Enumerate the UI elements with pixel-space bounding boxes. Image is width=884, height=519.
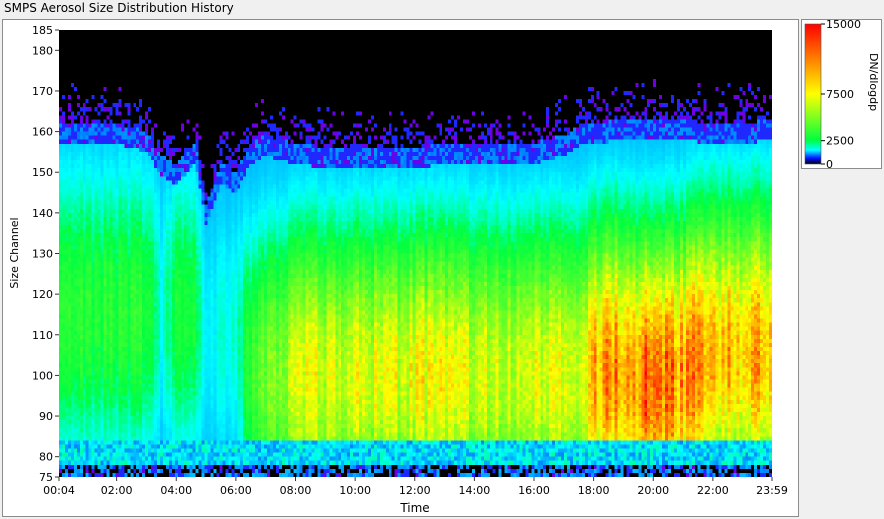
x-tick-label: 06:00 bbox=[220, 484, 252, 497]
y-tick-label: 185 bbox=[32, 24, 53, 37]
heatmap-image bbox=[59, 30, 772, 477]
color-scale-ticks: 15000 7500 2500 0 bbox=[821, 18, 861, 171]
x-tick-label: 10:00 bbox=[339, 484, 371, 497]
x-tick-label: 23:59 bbox=[756, 484, 788, 497]
y-axis: 75 80 90 100 110 120 130 140 150 160 170 180 185 bbox=[32, 24, 59, 484]
y-tick-label: 100 bbox=[32, 369, 53, 382]
y-tick-label: 140 bbox=[32, 207, 53, 220]
color-scale-bar bbox=[804, 23, 822, 165]
window-title: SMPS Aerosol Size Distribution History bbox=[4, 1, 234, 15]
y-tick-label: 170 bbox=[32, 85, 53, 98]
color-scale-tick-label: 15000 bbox=[826, 20, 861, 31]
color-scale-tick-label: 2500 bbox=[826, 135, 854, 148]
x-tick-label: 12:00 bbox=[399, 484, 431, 497]
color-scale-tick-label: 7500 bbox=[826, 88, 854, 101]
y-tick-label: 110 bbox=[32, 329, 53, 342]
plot-frame: 75 80 90 100 110 120 130 140 150 160 170 180 185 00:… bbox=[2, 19, 799, 517]
x-axis: 00:04 02:00 04:00 06:00 08:00 10:00 12:00 14:00… bbox=[43, 477, 788, 497]
y-tick-label: 90 bbox=[39, 410, 53, 423]
x-tick-label: 04:00 bbox=[160, 484, 192, 497]
x-tick-label: 16:00 bbox=[518, 484, 550, 497]
y-tick-label: 75 bbox=[39, 471, 53, 484]
color-scale: 15000 7500 2500 0 DN/dlogdp bbox=[804, 18, 880, 171]
x-tick-label: 02:00 bbox=[101, 484, 133, 497]
y-tick-label: 80 bbox=[39, 451, 53, 464]
color-scale-frame: 15000 7500 2500 0 DN/dlogdp bbox=[801, 18, 882, 171]
y-tick-label: 160 bbox=[32, 126, 53, 139]
color-scale-label: DN/dlogdp bbox=[867, 53, 880, 111]
y-tick-label: 120 bbox=[32, 288, 53, 301]
y-axis-label: Size Channel bbox=[8, 217, 21, 288]
heatmap-area bbox=[59, 30, 772, 477]
x-tick-label: 20:00 bbox=[637, 484, 669, 497]
x-tick-label: 14:00 bbox=[459, 484, 491, 497]
heatmap-chart: 75 80 90 100 110 120 130 140 150 160 170 180 185 00:… bbox=[8, 24, 788, 515]
x-tick-label: 00:04 bbox=[43, 484, 75, 497]
y-tick-label: 180 bbox=[32, 44, 53, 57]
y-tick-label: 150 bbox=[32, 166, 53, 179]
x-tick-label: 18:00 bbox=[578, 484, 610, 497]
y-tick-label: 130 bbox=[32, 248, 53, 261]
x-axis-label: Time bbox=[399, 501, 429, 515]
x-tick-label: 22:00 bbox=[697, 484, 729, 497]
color-scale-tick-label: 0 bbox=[826, 158, 833, 170]
x-tick-label: 08:00 bbox=[280, 484, 312, 497]
